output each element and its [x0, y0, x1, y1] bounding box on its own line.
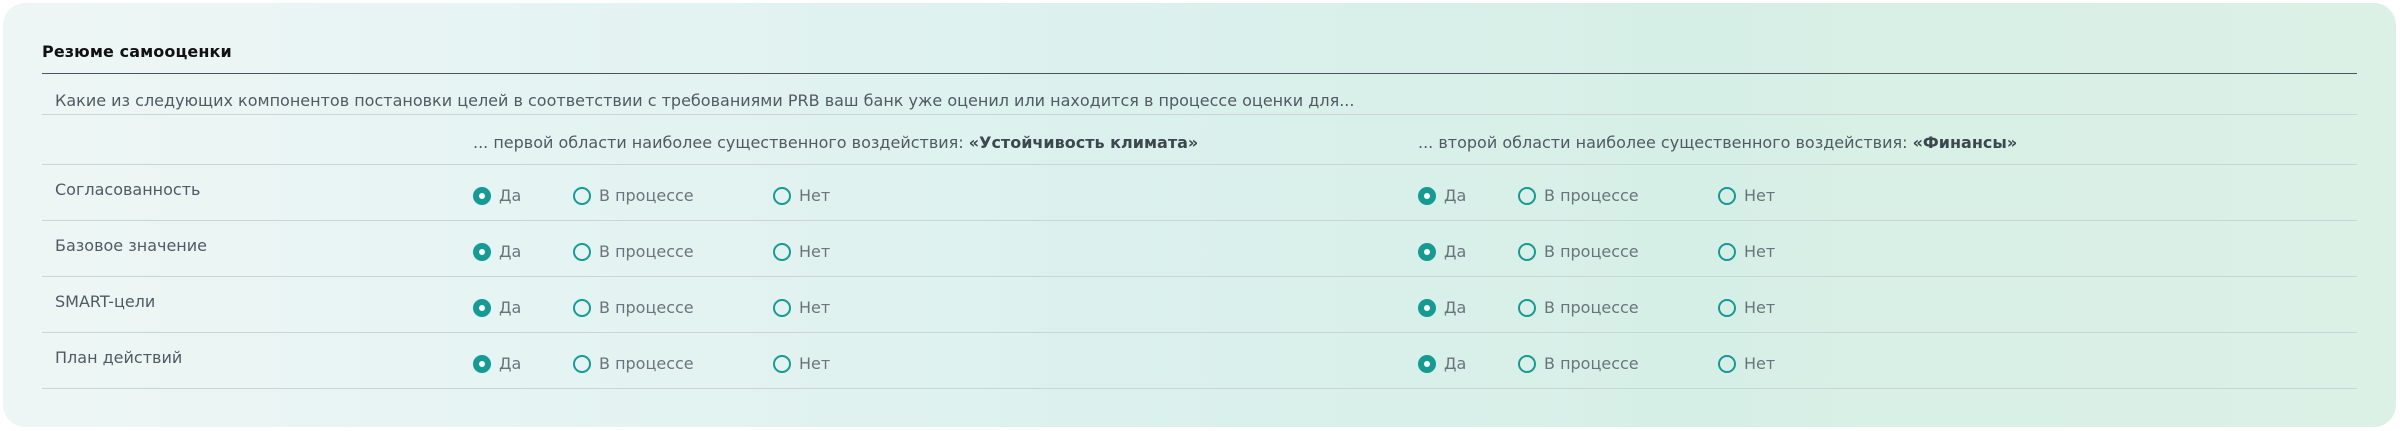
radio-option[interactable]: Нет — [1718, 354, 1775, 373]
row-divider — [42, 164, 2357, 165]
column-header-1-emphasis: «Устойчивость климата» — [968, 133, 1199, 152]
radio-option-label: Да — [499, 354, 522, 373]
radio-option[interactable]: Да — [473, 242, 521, 261]
radio-option[interactable]: Да — [473, 354, 521, 373]
radio-option-label: В процессе — [1544, 186, 1639, 205]
radio-option-label: Нет — [799, 242, 831, 261]
radio-option[interactable]: В процессе — [573, 186, 694, 205]
row-label: План действий — [55, 348, 183, 367]
radio-option[interactable]: Нет — [773, 354, 830, 373]
radio-circle-icon[interactable] — [1418, 354, 1436, 373]
radio-circle-icon[interactable] — [1518, 354, 1536, 373]
radio-option[interactable]: Нет — [1718, 242, 1775, 261]
question-text: Какие из следующих компонентов постановк… — [55, 91, 1355, 110]
radio-option[interactable]: В процессе — [1518, 242, 1639, 261]
radio-circle-icon[interactable] — [773, 298, 791, 317]
radio-option[interactable]: В процессе — [1518, 354, 1639, 373]
radio-option-label: В процессе — [599, 354, 694, 373]
row-divider — [42, 220, 2357, 221]
radio-circle-icon[interactable] — [573, 298, 591, 317]
radio-circle-icon[interactable] — [773, 186, 791, 205]
row-divider — [42, 114, 2357, 115]
radio-option-label: В процессе — [1544, 298, 1639, 317]
radio-circle-icon[interactable] — [1518, 298, 1536, 317]
radio-option[interactable]: Да — [473, 186, 521, 205]
row-divider — [42, 332, 2357, 333]
column-header-2: ... второй области наиболее существенног… — [1418, 133, 2018, 152]
radio-option[interactable]: Нет — [1718, 186, 1775, 205]
radio-option[interactable]: Да — [1418, 186, 1466, 205]
radio-option[interactable]: В процессе — [1518, 186, 1639, 205]
radio-circle-icon[interactable] — [473, 186, 491, 205]
radio-circle-icon[interactable] — [473, 354, 491, 373]
radio-circle-icon[interactable] — [573, 242, 591, 261]
radio-option[interactable]: Да — [1418, 298, 1466, 317]
radio-circle-icon[interactable] — [1718, 186, 1736, 205]
column-header-1: ... первой области наиболее существенног… — [473, 133, 1199, 152]
radio-option[interactable]: В процессе — [573, 242, 694, 261]
radio-circle-icon[interactable] — [773, 354, 791, 373]
radio-circle-icon[interactable] — [473, 242, 491, 261]
radio-circle-icon[interactable] — [1418, 186, 1436, 205]
radio-option-label: В процессе — [599, 186, 694, 205]
radio-option-label: Да — [499, 186, 522, 205]
radio-option[interactable]: В процессе — [573, 298, 694, 317]
radio-option[interactable]: В процессе — [573, 354, 694, 373]
radio-circle-icon[interactable] — [1418, 242, 1436, 261]
radio-option-label: Нет — [799, 354, 831, 373]
radio-option-label: В процессе — [599, 242, 694, 261]
radio-circle-icon[interactable] — [1718, 242, 1736, 261]
radio-option-label: Да — [1444, 354, 1467, 373]
radio-option-label: Да — [1444, 186, 1467, 205]
radio-option-label: Нет — [799, 298, 831, 317]
row-label: Базовое значение — [55, 236, 207, 255]
section-title: Резюме самооценки — [42, 42, 232, 61]
radio-option[interactable]: Нет — [773, 242, 830, 261]
radio-option[interactable]: Нет — [773, 186, 830, 205]
radio-option-label: В процессе — [1544, 354, 1639, 373]
radio-option[interactable]: Нет — [773, 298, 830, 317]
radio-circle-icon[interactable] — [1718, 298, 1736, 317]
row-label: Согласованность — [55, 180, 201, 199]
radio-circle-icon[interactable] — [773, 242, 791, 261]
radio-option-label: Нет — [1744, 242, 1776, 261]
radio-option-label: В процессе — [599, 298, 694, 317]
radio-circle-icon[interactable] — [573, 186, 591, 205]
row-divider — [42, 388, 2357, 389]
radio-option-label: Да — [499, 242, 522, 261]
radio-option-label: Да — [499, 298, 522, 317]
radio-circle-icon[interactable] — [1518, 242, 1536, 261]
radio-circle-icon[interactable] — [1518, 186, 1536, 205]
radio-circle-icon[interactable] — [573, 354, 591, 373]
radio-circle-icon[interactable] — [1418, 298, 1436, 317]
radio-circle-icon[interactable] — [473, 298, 491, 317]
row-divider — [42, 276, 2357, 277]
radio-option-label: В процессе — [1544, 242, 1639, 261]
radio-option-label: Нет — [1744, 298, 1776, 317]
radio-option-label: Да — [1444, 242, 1467, 261]
radio-option-label: Нет — [1744, 354, 1776, 373]
radio-circle-icon[interactable] — [1718, 354, 1736, 373]
column-header-2-emphasis: «Финансы» — [1912, 133, 2018, 152]
radio-option[interactable]: В процессе — [1518, 298, 1639, 317]
self-assessment-card: Резюме самооценки Какие из следующих ком… — [3, 3, 2396, 427]
row-label: SMART-цели — [55, 292, 156, 311]
radio-option[interactable]: Нет — [1718, 298, 1775, 317]
radio-option-label: Да — [1444, 298, 1467, 317]
radio-option[interactable]: Да — [473, 298, 521, 317]
radio-option-label: Нет — [799, 186, 831, 205]
radio-option[interactable]: Да — [1418, 242, 1466, 261]
radio-option[interactable]: Да — [1418, 354, 1466, 373]
radio-option-label: Нет — [1744, 186, 1776, 205]
title-divider — [42, 73, 2357, 74]
